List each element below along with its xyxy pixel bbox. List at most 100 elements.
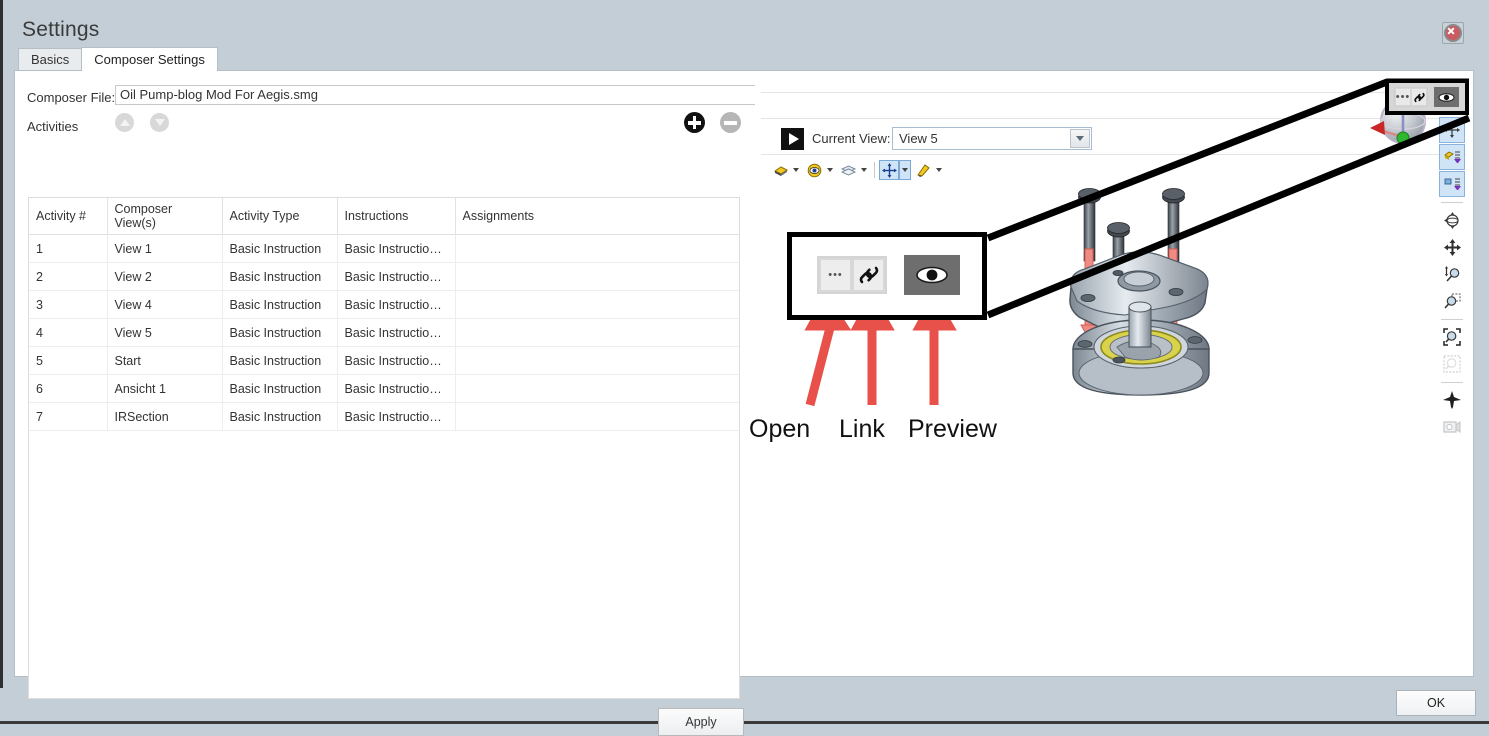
activities-table[interactable]: Activity # Composer View(s) Activity Typ…	[28, 197, 740, 699]
close-icon	[1444, 24, 1462, 42]
table-row[interactable]: 2View 2Basic InstructionBasic Instructio…	[29, 263, 739, 291]
layers-icon[interactable]	[838, 160, 858, 180]
table-cell[interactable]: Basic Instruction	[222, 347, 337, 375]
rail-select-move-button[interactable]	[1439, 117, 1465, 143]
rail-filter-assembly-button[interactable]	[1439, 171, 1465, 197]
table-cell[interactable]: Basic Instruction A...	[337, 263, 455, 291]
table-row[interactable]: 1View 1Basic InstructionBasic Instructio…	[29, 235, 739, 263]
activity-add-button[interactable]	[684, 112, 705, 133]
paint-tool-icon[interactable]	[913, 160, 933, 180]
highlighted-toolbar: •••	[1385, 79, 1469, 115]
render-mode-caret[interactable]	[790, 160, 802, 180]
apply-button[interactable]: Apply	[658, 708, 744, 736]
toolbar-move-tool[interactable]	[878, 159, 912, 181]
table-cell[interactable]: 4	[29, 319, 107, 347]
column-header-activity-type[interactable]: Activity Type	[222, 198, 337, 235]
rail-separator-1	[1441, 202, 1463, 203]
rail-zoom-button[interactable]	[1439, 261, 1465, 287]
table-cell[interactable]: 7	[29, 403, 107, 431]
table-cell[interactable]: 2	[29, 263, 107, 291]
table-row[interactable]: 7IRSectionBasic InstructionBasic Instruc…	[29, 403, 739, 431]
move-tool-caret[interactable]	[899, 160, 911, 180]
render-mode-icon[interactable]	[770, 160, 790, 180]
toolbar-render-mode[interactable]	[769, 159, 803, 181]
rail-rotate-button[interactable]	[1439, 207, 1465, 233]
table-cell[interactable]: Basic Instruction	[222, 375, 337, 403]
paint-tool-caret[interactable]	[933, 160, 945, 180]
current-view-select[interactable]: View 5	[892, 127, 1092, 150]
window-left-border	[0, 0, 3, 688]
viewer-rule-mid	[761, 118, 1466, 119]
table-cell[interactable]: Basic Instruction A...	[337, 235, 455, 263]
column-header-composer-views[interactable]: Composer View(s)	[107, 198, 222, 235]
table-row[interactable]: 5StartBasic InstructionBasic Instruction…	[29, 347, 739, 375]
table-cell[interactable]: 1	[29, 235, 107, 263]
preview-button-magnified[interactable]	[904, 255, 960, 295]
table-cell[interactable]: Start	[107, 347, 222, 375]
table-row[interactable]: 4View 5Basic InstructionBasic Instructio…	[29, 319, 739, 347]
column-header-instructions[interactable]: Instructions	[337, 198, 455, 235]
table-cell[interactable]: View 2	[107, 263, 222, 291]
table-cell[interactable]: Basic Instruction A...	[337, 347, 455, 375]
table-cell[interactable]: Basic Instruction A...	[337, 375, 455, 403]
layers-caret[interactable]	[858, 160, 870, 180]
activity-move-up-button[interactable]	[115, 113, 134, 132]
column-header-assignments[interactable]: Assignments	[455, 198, 739, 235]
rail-zoom-fit-button[interactable]	[1439, 324, 1465, 350]
table-cell[interactable]: 5	[29, 347, 107, 375]
oil-pump-model[interactable]	[1055, 177, 1230, 412]
preview-button[interactable]	[1434, 87, 1459, 107]
visibility-caret[interactable]	[824, 160, 836, 180]
table-cell[interactable]	[455, 347, 739, 375]
rail-zoom-window-button[interactable]	[1439, 288, 1465, 314]
table-cell[interactable]: Basic Instruction	[222, 263, 337, 291]
zoom-disabled-icon	[1443, 355, 1461, 373]
link-button-magnified[interactable]	[852, 258, 885, 292]
ok-button[interactable]: OK	[1396, 690, 1476, 716]
table-cell[interactable]: Basic Instruction	[222, 403, 337, 431]
magnified-toolbar-callout: •••	[787, 232, 987, 320]
table-cell[interactable]	[455, 235, 739, 263]
table-cell[interactable]	[455, 291, 739, 319]
close-button[interactable]	[1442, 22, 1464, 44]
play-button[interactable]	[781, 128, 804, 150]
chevron-down-icon[interactable]	[1070, 129, 1090, 148]
table-cell[interactable]	[455, 403, 739, 431]
table-cell[interactable]: Basic Instruction A...	[337, 291, 455, 319]
toolbar-layers[interactable]	[837, 159, 871, 181]
table-row[interactable]: 6Ansicht 1Basic InstructionBasic Instruc…	[29, 375, 739, 403]
table-row[interactable]: 3View 4Basic InstructionBasic Instructio…	[29, 291, 739, 319]
activity-move-down-button[interactable]	[150, 113, 169, 132]
table-cell[interactable]: 3	[29, 291, 107, 319]
rail-filter-part-button[interactable]	[1439, 144, 1465, 170]
ellipsis-icon: •••	[828, 270, 843, 281]
link-button[interactable]	[1411, 88, 1427, 106]
toolbar-paint-tool[interactable]	[912, 159, 946, 181]
play-icon	[789, 133, 799, 145]
table-cell[interactable]: Basic Instruction	[222, 291, 337, 319]
table-cell[interactable]: Basic Instruction A...	[337, 403, 455, 431]
open-button[interactable]: •••	[1395, 88, 1411, 106]
visibility-icon[interactable]	[804, 160, 824, 180]
open-button-magnified[interactable]: •••	[819, 258, 852, 292]
table-cell[interactable]: 6	[29, 375, 107, 403]
table-cell[interactable]: View 1	[107, 235, 222, 263]
rail-pan-button[interactable]	[1439, 234, 1465, 260]
table-cell[interactable]: Basic Instruction	[222, 319, 337, 347]
table-cell[interactable]: IRSection	[107, 403, 222, 431]
rail-fly-through-button[interactable]	[1439, 387, 1465, 413]
toolbar-visibility[interactable]	[803, 159, 837, 181]
table-cell[interactable]	[455, 375, 739, 403]
tab-basics[interactable]: Basics	[18, 48, 82, 71]
zoom-fit-icon	[1443, 328, 1461, 346]
table-cell[interactable]: Basic Instruction A...	[337, 319, 455, 347]
table-cell[interactable]: View 4	[107, 291, 222, 319]
table-cell[interactable]: View 5	[107, 319, 222, 347]
table-cell[interactable]	[455, 263, 739, 291]
table-cell[interactable]: Basic Instruction	[222, 235, 337, 263]
table-cell[interactable]	[455, 319, 739, 347]
table-cell[interactable]: Ansicht 1	[107, 375, 222, 403]
move-tool-icon[interactable]	[879, 160, 899, 180]
tab-composer-settings[interactable]: Composer Settings	[81, 47, 218, 71]
column-header-activity-number[interactable]: Activity #	[29, 198, 107, 235]
